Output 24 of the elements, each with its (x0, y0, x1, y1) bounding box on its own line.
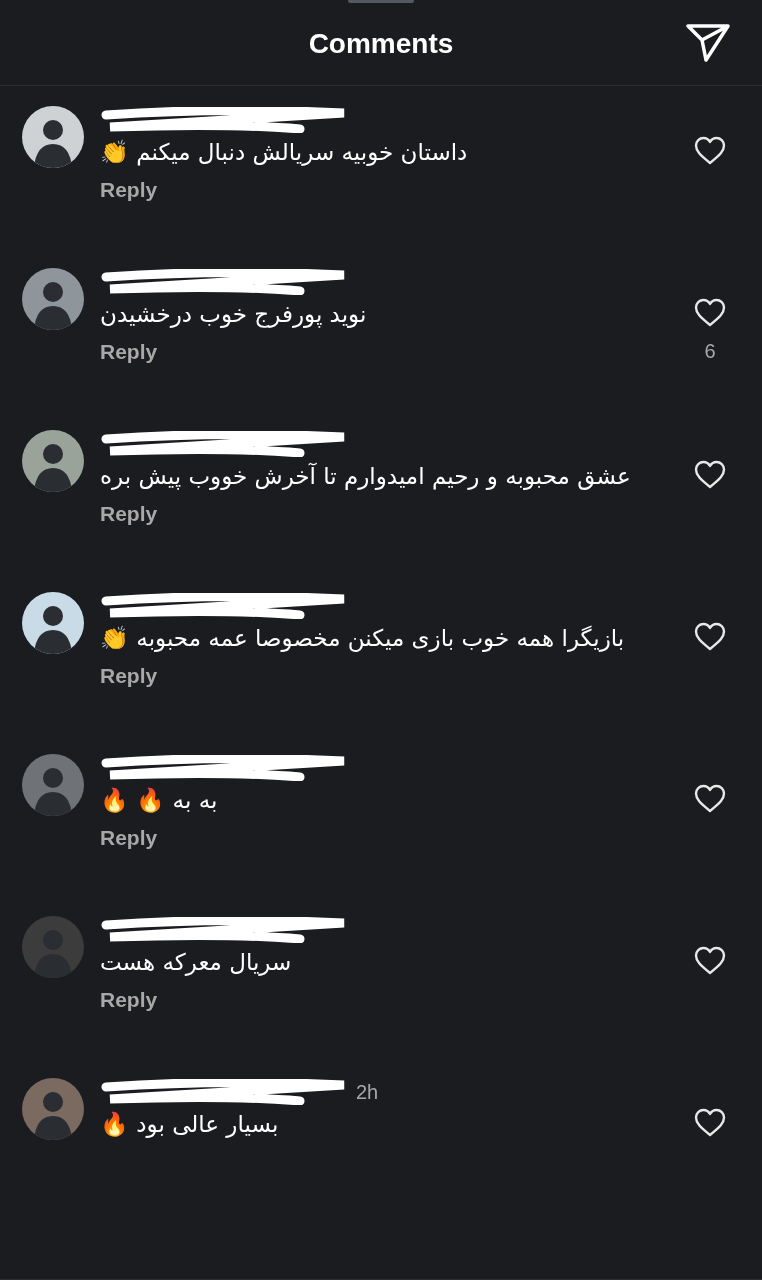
reply-link[interactable]: Reply (100, 340, 158, 364)
reply-link[interactable]: Reply (100, 826, 158, 850)
heart-icon[interactable] (694, 622, 726, 652)
like-count: 6 (704, 340, 716, 363)
heart-icon[interactable] (694, 136, 726, 166)
reply-link[interactable]: Reply (100, 178, 158, 202)
comment-text: عشق محبوبه و رحیم امیدوارم تا آخرش خووب پیش بره (100, 461, 631, 492)
header-title: Comments (308, 28, 454, 60)
comment-text: نوید پورفرج خوب درخشیدن (100, 300, 367, 330)
comment-text: داستان خوبیه سریالش دنبال میکنم 👏 (100, 138, 468, 168)
reply-link[interactable]: Reply (100, 664, 158, 688)
comment-time: 2h (356, 1080, 379, 1104)
send-icon[interactable] (686, 23, 730, 63)
reply-link[interactable]: Reply (100, 502, 158, 526)
reply-link[interactable]: Reply (100, 988, 158, 1012)
heart-icon[interactable] (694, 460, 726, 490)
heart-icon[interactable] (694, 298, 726, 328)
heart-icon[interactable] (694, 784, 726, 814)
comment-text: بازیگرا همه خوب بازی میکنن مخصوصا عمه محبوبه 👏 (100, 624, 625, 654)
comment-text: سریال معرکه هست (100, 948, 292, 978)
comment-text: بسیار عالی بود 🔥 (100, 1110, 279, 1140)
heart-icon[interactable] (694, 1108, 726, 1138)
comment-text: به به 🔥 🔥 (100, 786, 218, 815)
heart-icon[interactable] (694, 946, 726, 976)
